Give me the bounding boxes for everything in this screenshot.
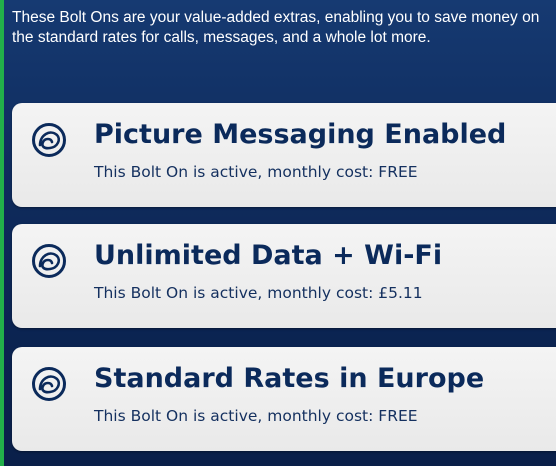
bolt-on-status: This Bolt On is active, monthly cost: FR…: [94, 163, 418, 181]
bolt-on-card-unlimited-data[interactable]: Unlimited Data + Wi-Fi This Bolt On is a…: [12, 224, 556, 328]
bolt-on-icon: [30, 242, 68, 280]
bolt-on-title: Picture Messaging Enabled: [94, 119, 507, 150]
bolt-on-card-standard-rates-europe[interactable]: Standard Rates in Europe This Bolt On is…: [12, 347, 556, 451]
bolt-on-title: Standard Rates in Europe: [94, 363, 485, 394]
bolt-on-card-picture-messaging[interactable]: Picture Messaging Enabled This Bolt On i…: [12, 103, 556, 207]
intro-text: These Bolt Ons are your value-added extr…: [12, 9, 540, 46]
bolt-on-title: Unlimited Data + Wi-Fi: [94, 240, 443, 271]
bolt-on-icon: [30, 121, 68, 159]
bolt-on-status: This Bolt On is active, monthly cost: £5…: [94, 284, 423, 302]
bolt-on-status: This Bolt On is active, monthly cost: FR…: [94, 407, 418, 425]
bolt-on-icon: [30, 365, 68, 403]
left-accent-strip: [0, 0, 4, 466]
